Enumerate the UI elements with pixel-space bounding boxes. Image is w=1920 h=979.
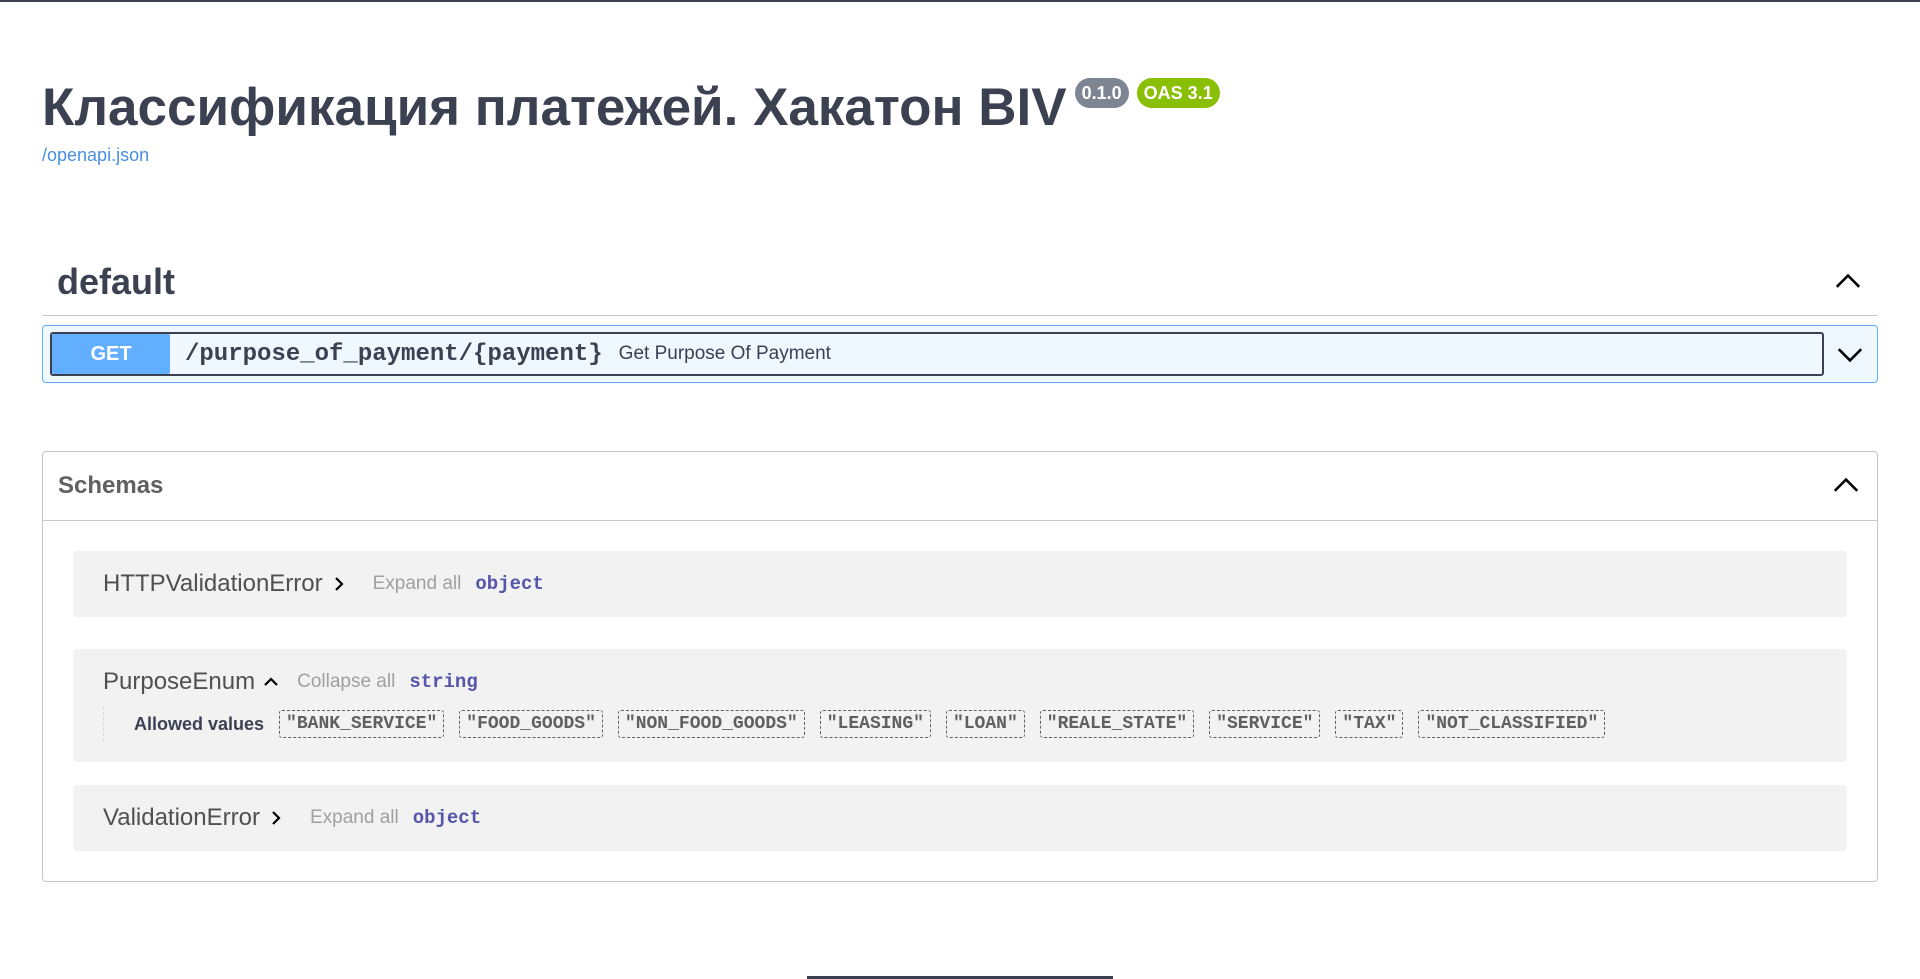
oas-badge: OAS 3.1	[1136, 78, 1220, 108]
enum-value: "TAX"	[1335, 710, 1404, 738]
enum-value: "LEASING"	[819, 710, 931, 738]
api-info: Классификация платежей. Хакатон BIV 0.1.…	[42, 72, 1878, 166]
chevron-right-icon[interactable]	[266, 808, 286, 828]
allowed-values-label: Allowed values	[134, 713, 265, 734]
tag-title: default	[57, 260, 176, 302]
chevron-up-icon[interactable]	[261, 672, 281, 692]
enum-value: "SERVICE"	[1209, 710, 1321, 738]
enum-value: "FOOD_GOODS"	[459, 710, 603, 738]
chevron-up-icon[interactable]	[1832, 266, 1864, 298]
collapse-all-button[interactable]: Collapse all	[297, 671, 395, 693]
schemas-header[interactable]: Schemas	[43, 452, 1877, 521]
operation-path: /purpose_of_payment/{payment}	[185, 340, 603, 368]
schemas-title: Schemas	[58, 472, 164, 499]
operation-get-purpose-of-payment[interactable]: GET /purpose_of_payment/{payment} Get Pu…	[42, 325, 1878, 383]
expand-all-button[interactable]: Expand all	[373, 573, 462, 595]
version-badge: 0.1.0	[1074, 78, 1129, 108]
enum-value: "NON_FOOD_GOODS"	[617, 710, 805, 738]
chevron-up-icon[interactable]	[1830, 470, 1862, 502]
api-title: Классификация платежей. Хакатон BIV	[42, 78, 1067, 137]
openapi-json-link[interactable]: /openapi.json	[42, 145, 1878, 166]
expand-all-button[interactable]: Expand all	[310, 807, 399, 829]
model-type: object	[475, 573, 544, 595]
model-validationerror: ValidationError Expand all object	[73, 785, 1847, 851]
model-purposeenum: PurposeEnum Collapse all string Allowed …	[73, 649, 1847, 762]
chevron-right-icon[interactable]	[329, 574, 349, 594]
model-httpvalidationerror: HTTPValidationError Expand all object	[73, 551, 1847, 617]
model-type: string	[409, 671, 478, 693]
tag-section-default[interactable]: default	[42, 248, 1878, 316]
schemas-section: Schemas HTTPValidationError Expand all o…	[42, 451, 1878, 882]
operation-summary[interactable]: GET /purpose_of_payment/{payment} Get Pu…	[50, 332, 1824, 376]
enum-value: "BANK_SERVICE"	[279, 710, 445, 738]
enum-value: "REALE_STATE"	[1039, 710, 1195, 738]
top-border	[0, 0, 1920, 2]
model-name[interactable]: ValidationError	[103, 804, 260, 832]
model-name[interactable]: HTTPValidationError	[103, 570, 323, 598]
allowed-values-row: Allowed values "BANK_SERVICE" "FOOD_GOOD…	[103, 707, 1817, 741]
chevron-down-icon[interactable]	[1834, 338, 1866, 370]
method-badge: GET	[52, 334, 170, 374]
operation-description: Get Purpose Of Payment	[618, 343, 831, 364]
enum-value: "LOAN"	[945, 710, 1025, 738]
model-name[interactable]: PurposeEnum	[103, 668, 255, 696]
model-type: object	[412, 807, 482, 829]
enum-value: "NOT_CLASSIFIED"	[1418, 710, 1606, 738]
